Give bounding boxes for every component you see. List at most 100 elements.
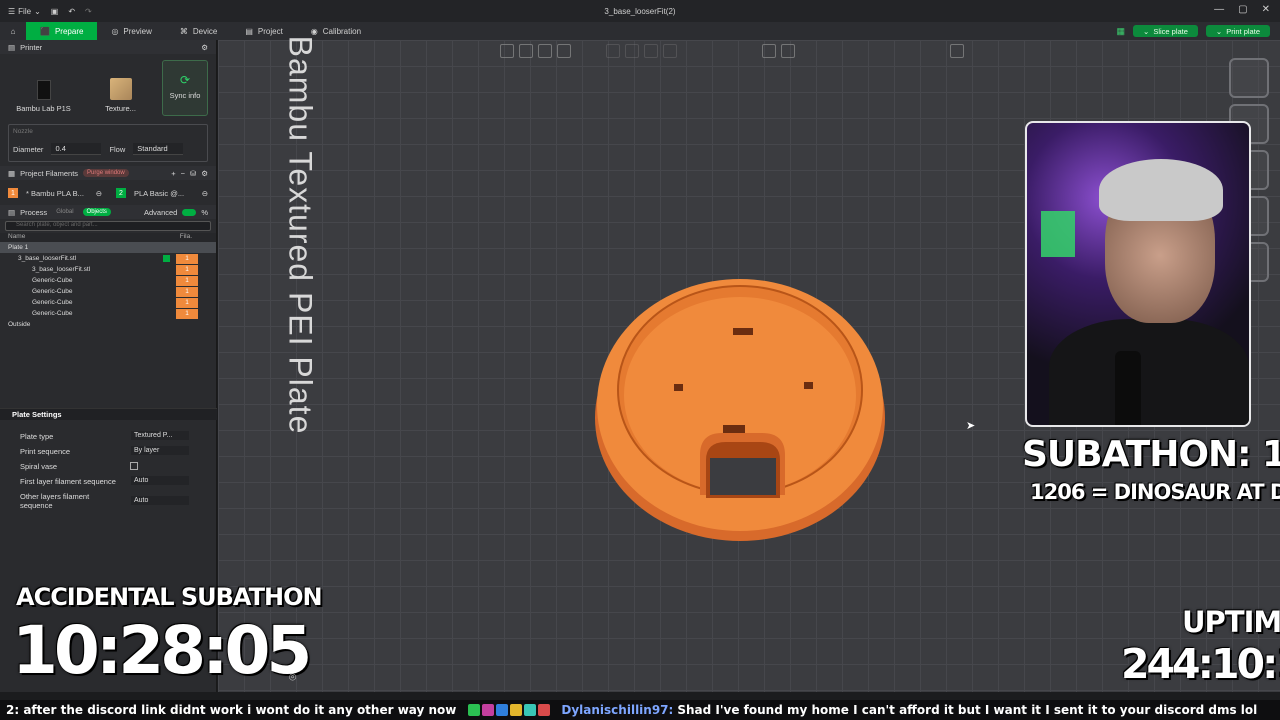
dropdown-icon: ⌄: [1143, 26, 1150, 36]
filaments-header-label: Project Filaments: [20, 168, 79, 178]
webcam-background-object: [1041, 211, 1075, 257]
slice-plate-button[interactable]: ⌄ Slice plate: [1133, 25, 1198, 37]
advanced-label: Advanced: [143, 207, 178, 217]
sync-info-button[interactable]: ⟳ Sync info: [162, 60, 208, 116]
filament-1-badge[interactable]: 1: [8, 188, 18, 198]
arrange-icon[interactable]: [519, 44, 533, 58]
plate-type-select[interactable]: Textured P...: [131, 431, 189, 440]
advanced-switch[interactable]: [182, 208, 197, 216]
auto-orient-icon[interactable]: [1229, 58, 1269, 98]
measure-icon[interactable]: [781, 44, 795, 58]
filament-2-badge[interactable]: 2: [115, 188, 126, 198]
plate-settings-header: Plate Settings: [0, 408, 217, 420]
tree-row[interactable]: Generic-Cube 1: [0, 286, 216, 297]
remove-icon[interactable]: −: [181, 169, 185, 178]
filament-badge[interactable]: 1: [176, 308, 198, 319]
tab-preview[interactable]: ◎ Preview: [97, 22, 165, 40]
filament-badge[interactable]: 1: [176, 253, 198, 264]
text-tool-icon[interactable]: [762, 44, 776, 58]
assembly-icon[interactable]: [950, 44, 964, 58]
export-icon[interactable]: ▦: [1117, 26, 1126, 37]
add-object-icon[interactable]: [500, 44, 514, 58]
sync-filament-icon[interactable]: ⛁: [190, 169, 196, 178]
tree-row[interactable]: Generic-Cube 1: [0, 275, 216, 286]
filament-badge[interactable]: 1: [176, 275, 198, 286]
first-layer-sequence-select[interactable]: Auto: [131, 476, 189, 485]
outside-label: Outside: [8, 321, 31, 328]
camera-icon: ⌾: [289, 670, 297, 684]
move-icon[interactable]: [606, 44, 620, 58]
purge-tag[interactable]: Purge window: [83, 169, 129, 177]
chat-message: Shad I've found my home I can't afford i…: [677, 703, 1258, 717]
app-menu-button[interactable]: ☰ File ⌄: [8, 7, 41, 16]
layout-icon[interactable]: [557, 44, 571, 58]
print-plate-button[interactable]: ⌄ Print plate: [1205, 25, 1270, 37]
tree-row[interactable]: Generic-Cube 1: [0, 297, 216, 308]
global-toggle[interactable]: Global: [52, 208, 77, 216]
mouse-cursor-icon: ➤: [966, 420, 976, 432]
printer-selector[interactable]: Bambu Lab P1S: [8, 60, 79, 116]
object-search-input[interactable]: Search plate, object and part...: [5, 221, 211, 231]
filament-badge[interactable]: 1: [176, 297, 198, 308]
model-3d[interactable]: [590, 270, 890, 550]
gear-icon[interactable]: ⚙: [201, 43, 208, 52]
maximize-button[interactable]: ▢: [1238, 4, 1247, 15]
sync-label: Sync info: [169, 91, 201, 100]
tab-device[interactable]: ⌘ Device: [166, 22, 231, 40]
minimize-button[interactable]: —: [1214, 4, 1224, 15]
gear-icon[interactable]: ⚙: [201, 169, 208, 178]
filament-2-select[interactable]: PLA Basic @...: [134, 189, 194, 198]
plate-type-selector[interactable]: Texture...: [85, 60, 156, 116]
printer-header-label: Printer: [20, 42, 43, 52]
flow-select[interactable]: Standard: [133, 143, 184, 155]
cut-icon[interactable]: [663, 44, 677, 58]
model-hole-bg: [710, 458, 776, 495]
print-label: Print plate: [1226, 26, 1260, 36]
save-icon[interactable]: ▣: [51, 7, 59, 16]
objects-toggle[interactable]: Objects: [82, 208, 111, 216]
emote-icon: [482, 704, 495, 716]
checkbox-icon[interactable]: [163, 255, 170, 262]
sync-icon: ⟳: [179, 73, 191, 87]
filament-2-remove-icon[interactable]: ⊖: [202, 189, 208, 198]
model-slot: [733, 328, 753, 335]
build-plate-label: Bambu Textured PEI Plate: [282, 35, 319, 435]
tree-row[interactable]: 3_base_looserFit.stl 1: [0, 253, 216, 264]
add-icon[interactable]: +: [171, 169, 175, 178]
dropdown-icon: ⌄: [1215, 26, 1223, 36]
printer-name: Bambu Lab P1S: [16, 104, 71, 113]
window-title: 3_base_looserFit(2): [604, 6, 676, 16]
diameter-select[interactable]: 0.4: [51, 143, 102, 155]
tab-label: Prepare: [54, 26, 84, 36]
model-slot: [674, 384, 683, 391]
slice-label: Slice plate: [1153, 26, 1188, 36]
file-menu-label: File: [18, 6, 32, 16]
filament-1-remove-icon[interactable]: ⊖: [96, 189, 102, 198]
filament-1-select[interactable]: * Bambu PLA B...: [26, 189, 88, 198]
filament-badge[interactable]: 1: [176, 286, 198, 297]
emote-icon: [496, 704, 509, 716]
rotate-icon[interactable]: [625, 44, 639, 58]
other-layers-sequence-select[interactable]: Auto: [131, 496, 189, 505]
spiral-vase-checkbox[interactable]: [130, 462, 138, 470]
tree-outside-row[interactable]: Outside: [0, 319, 216, 330]
tab-prepare[interactable]: ⬛ Prepare: [26, 22, 98, 40]
tree-row[interactable]: Generic-Cube 1: [0, 308, 216, 319]
home-button[interactable]: ⌂: [0, 22, 26, 40]
compare-icon[interactable]: %: [201, 208, 208, 217]
tree-plate-row[interactable]: Plate 1: [0, 242, 216, 253]
close-button[interactable]: ✕: [1262, 4, 1270, 15]
undo-icon[interactable]: ↶: [68, 7, 75, 16]
model-slot: [804, 382, 813, 389]
tree-row[interactable]: 3_base_looserFit.stl 1: [0, 264, 216, 275]
process-icon: ▤: [8, 207, 16, 217]
filament-badge[interactable]: 1: [176, 264, 198, 275]
redo-icon[interactable]: ↷: [85, 7, 92, 16]
print-sequence-select[interactable]: By layer: [131, 446, 189, 455]
scale-icon[interactable]: [644, 44, 658, 58]
tab-label: Device: [192, 26, 218, 36]
tab-label: Project: [257, 26, 283, 36]
ticker-message-1: 2: after the discord link didnt work i w…: [6, 703, 457, 717]
orient-icon[interactable]: [538, 44, 552, 58]
subathon-goal: 1206 = DINOSAUR AT DH: [1030, 480, 1280, 504]
